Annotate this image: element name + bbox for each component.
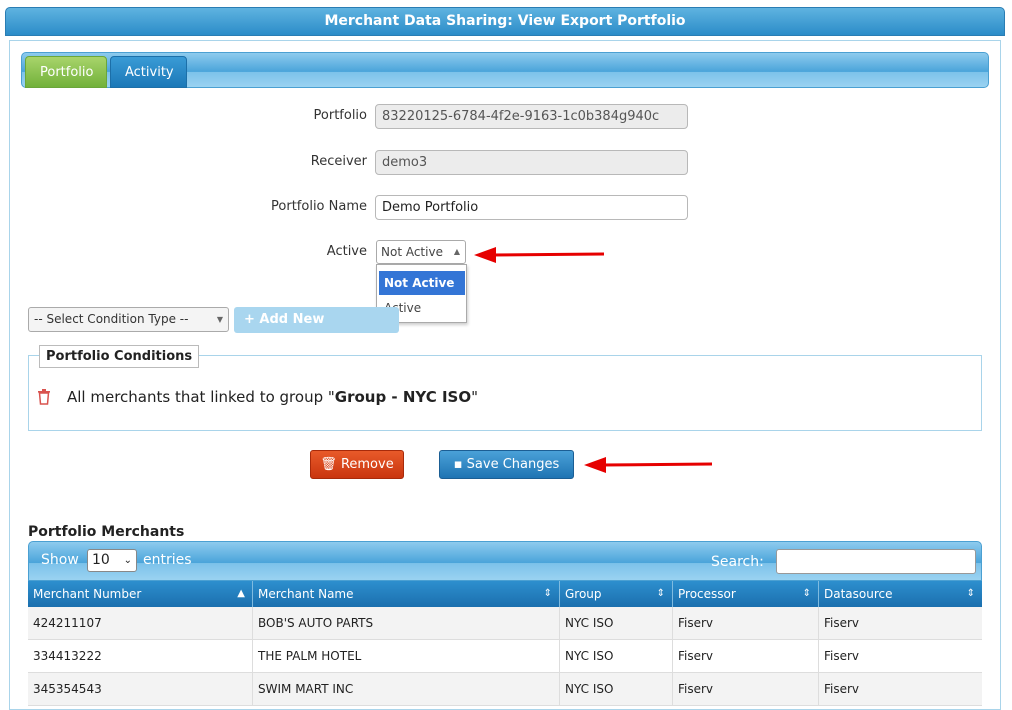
sort-icon: ⇕ [543, 588, 552, 599]
cell-processor: Fiserv [673, 673, 819, 706]
remove-button-label: Remove [340, 457, 394, 472]
condition-group: Group - NYC ISO [334, 388, 472, 406]
cell-datasource: Fiserv [824, 616, 860, 630]
condition-prefix: All merchants that linked to group " [67, 388, 335, 406]
show-label: Show [41, 552, 79, 568]
condition-item: All merchants that linked to group "Grou… [67, 388, 478, 406]
column-header-datasource[interactable]: Datasource ⇕ [819, 581, 982, 607]
column-header-merchant-name[interactable]: Merchant Name ⇕ [253, 581, 560, 607]
active-select-value: Not Active [381, 245, 443, 259]
cell-group: NYC ISO [560, 673, 673, 706]
add-new-condition-button[interactable]: + Add New Condition [234, 307, 399, 333]
portfolio-name-input[interactable]: Demo Portfolio [375, 195, 688, 220]
condition-type-value: -- Select Condition Type -- [34, 312, 189, 326]
sort-icon: ⇕ [656, 588, 665, 599]
sort-asc-icon: ▲ [237, 588, 245, 599]
receiver-field: demo3 [375, 150, 688, 175]
receiver-label: Receiver [310, 154, 367, 169]
column-label: Merchant Name [258, 587, 354, 601]
entries-value: 10 [92, 552, 110, 568]
active-label: Active [326, 244, 367, 259]
portfolio-id-field: 83220125-6784-4f2e-9163-1c0b384g940c [375, 104, 688, 129]
cell-datasource: Fiserv [824, 682, 860, 696]
table-row[interactable]: 334413222 THE PALM HOTEL NYC ISO Fiserv … [28, 640, 982, 673]
remove-button[interactable]: 🗑 Remove [310, 450, 404, 479]
cell-merchant-name: SWIM MART INC [253, 673, 560, 706]
chevron-down-icon: ⌄ [123, 555, 132, 566]
cell-processor: Fiserv [673, 607, 819, 640]
portfolio-label: Portfolio [313, 108, 367, 123]
save-changes-button[interactable]: ▪ Save Changes [439, 450, 574, 479]
cell-datasource: Fiserv [824, 649, 860, 663]
column-label: Datasource [824, 587, 893, 601]
column-header-merchant-number[interactable]: Merchant Number ▲ [28, 581, 253, 607]
condition-type-select[interactable]: -- Select Condition Type -- ▼ [28, 307, 229, 332]
cell-group: NYC ISO [560, 607, 673, 640]
tab-activity[interactable]: Activity [110, 56, 187, 88]
search-label: Search: [711, 554, 764, 570]
portfolio-name-label: Portfolio Name [271, 199, 367, 214]
table-row[interactable]: 424211107 BOB'S AUTO PARTS NYC ISO Fiser… [28, 607, 982, 640]
sort-icon: ⇕ [966, 588, 975, 599]
cell-processor: Fiserv [673, 640, 819, 673]
cell-merchant-number: 334413222 [28, 640, 253, 673]
cell-merchant-number: 424211107 [28, 607, 253, 640]
annotation-arrow-icon [584, 457, 713, 473]
trash-icon: 🗑 [320, 457, 337, 472]
condition-suffix: " [471, 388, 479, 406]
option-not-active[interactable]: Not Active [379, 271, 465, 295]
tab-portfolio[interactable]: Portfolio [25, 56, 107, 88]
cell-merchant-name: THE PALM HOTEL [253, 640, 560, 673]
search-input[interactable] [776, 549, 976, 574]
entries-label: entries [143, 552, 192, 568]
table-row[interactable]: 345354543 SWIM MART INC NYC ISO Fiserv F… [28, 673, 982, 706]
cell-merchant-number: 345354543 [28, 673, 253, 706]
annotation-arrow-icon [474, 247, 605, 263]
column-label: Group [565, 587, 602, 601]
column-header-processor[interactable]: Processor ⇕ [673, 581, 819, 607]
floppy-disk-icon: ▪ [453, 457, 463, 472]
column-label: Processor [678, 587, 736, 601]
cell-group: NYC ISO [560, 640, 673, 673]
column-label: Merchant Number [33, 587, 142, 601]
active-select[interactable]: Not Active ▲ [376, 240, 466, 264]
trash-icon[interactable] [37, 389, 51, 405]
table-toolbar: Show 10 ⌄ entries Search: [28, 541, 982, 581]
cell-merchant-name: BOB'S AUTO PARTS [253, 607, 560, 640]
window-title: Merchant Data Sharing: View Export Portf… [5, 7, 1005, 36]
entries-select[interactable]: 10 ⌄ [87, 549, 137, 572]
sort-icon: ⇕ [802, 588, 811, 599]
column-header-group[interactable]: Group ⇕ [560, 581, 673, 607]
caret-up-icon: ▲ [453, 247, 460, 256]
chevron-down-icon: ▼ [216, 315, 223, 324]
save-button-label: Save Changes [466, 457, 560, 472]
portfolio-merchants-title: Portfolio Merchants [28, 524, 185, 540]
portfolio-conditions-legend: Portfolio Conditions [39, 345, 200, 368]
